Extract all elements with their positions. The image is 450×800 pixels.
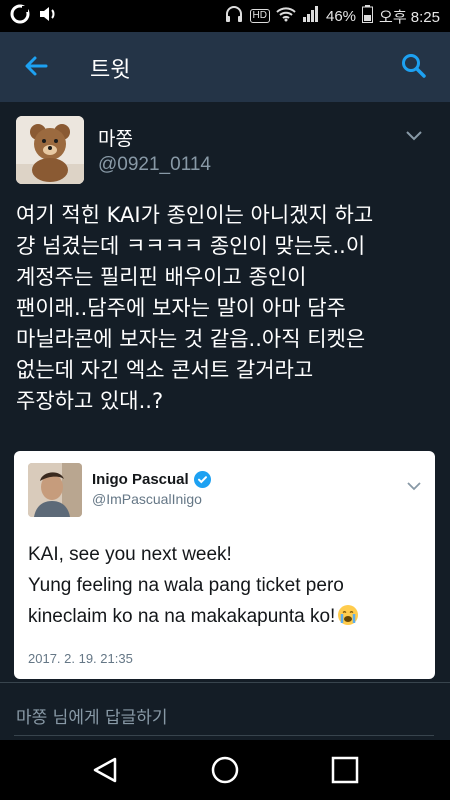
quoted-timestamp: 2017. 2. 19. 21:35 xyxy=(28,651,133,666)
display-name[interactable]: 마쫑 xyxy=(98,124,133,151)
user-handle[interactable]: @0921_0114 xyxy=(98,154,211,176)
nav-recents-button[interactable] xyxy=(330,755,360,785)
square-recents-icon xyxy=(331,756,359,784)
quoted-text-line: Yung feeling na wala pang ticket pero xyxy=(28,575,344,596)
app-bar: 트윗 xyxy=(0,32,450,102)
status-left xyxy=(10,4,58,28)
tweet-text-line: 없는데 자긴 엑소 콘서트 갈거라고 xyxy=(16,358,314,382)
page-title: 트윗 xyxy=(90,58,131,83)
status-bar: HD 46% 오후 8:25 xyxy=(0,0,450,32)
avatar[interactable] xyxy=(16,116,84,184)
bear-avatar-icon xyxy=(16,116,84,184)
quoted-avatar xyxy=(28,463,82,517)
search-button[interactable] xyxy=(400,52,428,80)
tweet-text: 여기 적힌 KAI가 종인이는 아니겠지 하고 걍 넘겼는데 ㅋㅋㅋㅋ 종인이 … xyxy=(16,200,441,417)
nav-home-button[interactable] xyxy=(210,755,240,785)
tweet-text-line: 여기 적힌 KAI가 종인이는 아니겠지 하고 xyxy=(16,203,374,227)
battery-icon xyxy=(362,5,374,27)
hd-badge: HD xyxy=(249,9,270,23)
quoted-text-line-content: kineclaim ko na na makakapunta ko! xyxy=(28,606,336,627)
battery-percent: 46% xyxy=(326,7,357,25)
tweet-text-line: 팬이래..담주에 보자는 말이 아마 담주 xyxy=(16,296,346,320)
reply-placeholder: 마쫑 님에게 답글하기 xyxy=(16,708,168,728)
quoted-text-line: kineclaim ko na na makakapunta ko! xyxy=(28,601,428,632)
nav-back-button[interactable] xyxy=(90,755,120,785)
arrow-left-icon xyxy=(25,56,48,76)
system-nav-bar xyxy=(0,740,450,800)
tweet-text-line: 주장하고 있대..? xyxy=(16,389,164,413)
tweet-text-line: 걍 넘겼는데 ㅋㅋㅋㅋ 종인이 맞는듯..이 xyxy=(16,234,366,258)
wifi-icon xyxy=(276,6,296,26)
quoted-text-line: KAI, see you next week! xyxy=(28,544,232,565)
circle-home-icon xyxy=(211,756,239,784)
headphones-icon xyxy=(224,5,244,27)
volume-icon xyxy=(38,5,58,27)
person-avatar-icon xyxy=(28,463,82,517)
clock: 오후 8:25 xyxy=(379,8,440,26)
triangle-back-icon xyxy=(93,757,117,783)
signal-icon xyxy=(302,6,320,26)
tweet: 마쫑 @0921_0114 여기 적힌 KAI가 종인이는 아니겠지 하고 걍 … xyxy=(0,102,450,682)
quoted-menu-button[interactable] xyxy=(406,477,422,491)
tweet-menu-button[interactable] xyxy=(404,128,424,142)
status-right: HD 46% 오후 8:25 xyxy=(224,5,440,27)
quoted-handle: @ImPascualInigo xyxy=(92,491,202,507)
quoted-tweet[interactable]: Inigo Pascual @ImPascualInigo KAI, see y… xyxy=(14,451,435,679)
quoted-text: KAI, see you next week! Yung feeling na … xyxy=(28,539,428,632)
app-notification-icon xyxy=(10,4,30,28)
tweet-text-line: 계정주는 필리핀 배우이고 종인이 xyxy=(16,265,307,289)
quoted-display-name: Inigo Pascual xyxy=(92,471,189,488)
tweet-text-line: 마닐라콘에 보자는 것 같음..아직 티켓은 xyxy=(16,327,366,351)
chevron-down-icon xyxy=(406,131,422,141)
reply-underline xyxy=(14,735,434,736)
search-icon xyxy=(402,54,426,78)
verified-badge-icon xyxy=(194,471,211,488)
crying-face-emoji-icon xyxy=(337,604,359,626)
reply-input[interactable]: 마쫑 님에게 답글하기 xyxy=(0,683,450,740)
back-button[interactable] xyxy=(22,52,50,80)
chevron-down-icon xyxy=(407,482,421,491)
